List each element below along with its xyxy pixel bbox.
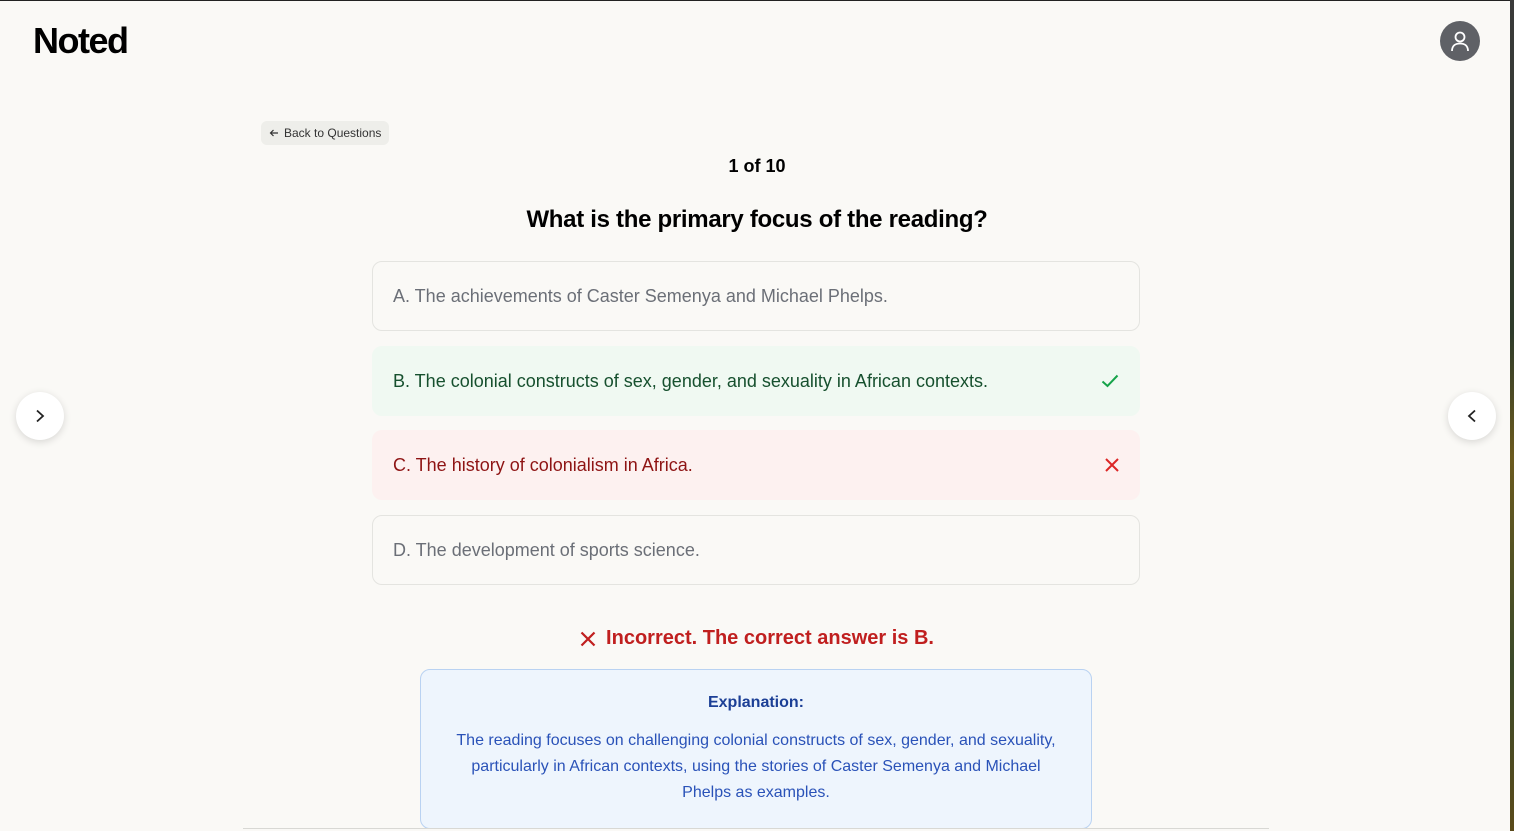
chevron-left-icon bbox=[1467, 409, 1476, 423]
explanation-panel: Explanation: The reading focuses on chal… bbox=[420, 669, 1092, 829]
option-label: B. The colonial constructs of sex, gende… bbox=[393, 370, 988, 391]
check-icon bbox=[1101, 374, 1119, 388]
chevron-right-icon bbox=[36, 409, 45, 423]
user-avatar-button[interactable] bbox=[1440, 21, 1480, 61]
option-d[interactable]: D. The development of sports science. bbox=[372, 515, 1140, 585]
question-counter: 1 of 10 bbox=[728, 156, 786, 176]
option-label: A. The achievements of Caster Semenya an… bbox=[393, 285, 888, 306]
explanation-title: Explanation: bbox=[707, 694, 804, 711]
result-message: Incorrect. The correct answer is B. bbox=[0, 627, 1514, 650]
app-logo[interactable]: Noted bbox=[33, 20, 129, 62]
option-label: C. The history of colonialism in Africa. bbox=[393, 454, 693, 475]
option-c-incorrect[interactable]: C. The history of colonialism in Africa. bbox=[372, 430, 1140, 500]
next-question-button[interactable] bbox=[16, 392, 64, 440]
result-text: Incorrect. The correct answer is B. bbox=[606, 627, 934, 649]
window-edge bbox=[1510, 0, 1514, 831]
x-icon bbox=[580, 631, 596, 646]
option-a[interactable]: A. The achievements of Caster Semenya an… bbox=[372, 261, 1140, 331]
divider bbox=[243, 828, 1269, 829]
back-label: Back to Questions bbox=[284, 126, 382, 140]
explanation-body: The reading focuses on challenging colon… bbox=[456, 732, 1056, 801]
top-border bbox=[0, 0, 1514, 1]
option-b-correct[interactable]: B. The colonial constructs of sex, gende… bbox=[372, 346, 1140, 416]
question-text: What is the primary focus of the reading… bbox=[526, 206, 988, 233]
option-label: D. The development of sports science. bbox=[393, 539, 700, 560]
x-icon bbox=[1105, 458, 1119, 472]
previous-question-button[interactable] bbox=[1448, 392, 1496, 440]
arrow-left-icon bbox=[269, 129, 278, 137]
back-to-questions-button[interactable]: Back to Questions bbox=[261, 121, 390, 145]
user-icon bbox=[1451, 31, 1469, 52]
